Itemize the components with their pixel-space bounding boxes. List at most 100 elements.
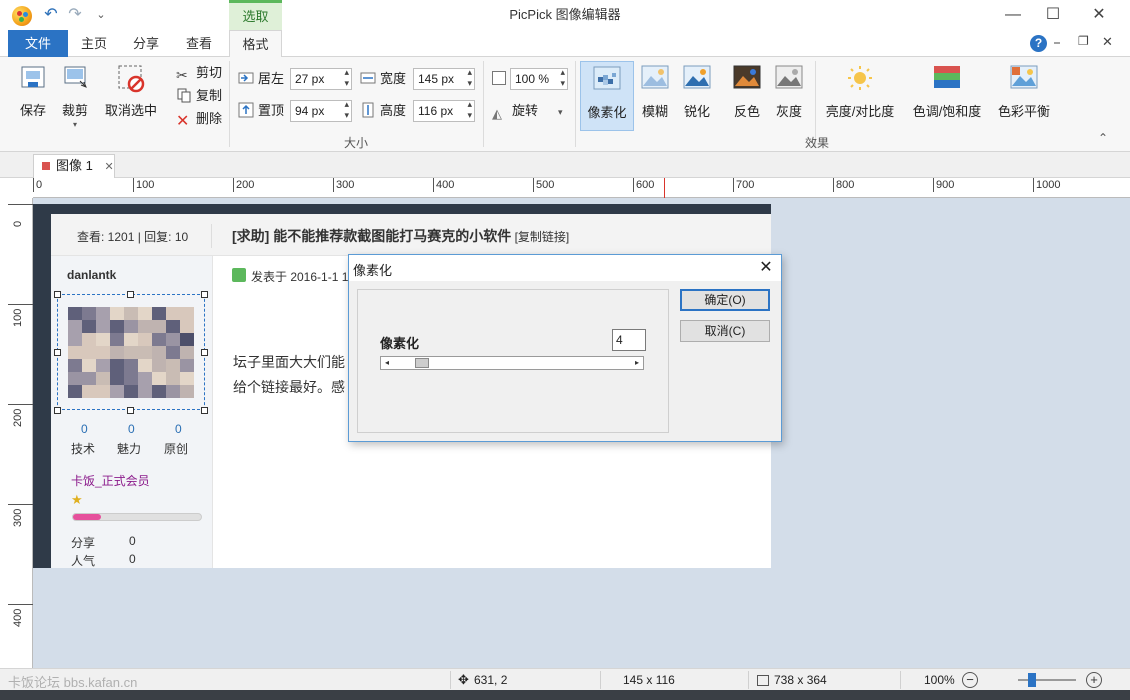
mosaic-cell <box>68 307 82 320</box>
mosaic-cell <box>138 385 152 398</box>
mosaic-cell <box>180 346 194 359</box>
pixelate-button[interactable]: 像素化 <box>580 61 634 131</box>
ruler-tick: 200 <box>233 178 254 192</box>
star-icon: ★ <box>71 492 83 507</box>
help-icon[interactable]: ? <box>1030 35 1047 52</box>
color-balance-button[interactable]: 色彩平衡 <box>994 64 1054 120</box>
mosaic-cell <box>166 372 180 385</box>
resize-handle[interactable] <box>201 291 208 298</box>
zoom-icon <box>492 71 506 85</box>
invert-label: 反色 <box>733 104 760 119</box>
tab-file[interactable]: 文件 <box>8 30 68 57</box>
slider-thumb[interactable] <box>415 358 429 368</box>
image-size-icon <box>757 675 769 686</box>
slider-right-arrow[interactable]: ▸ <box>631 357 643 369</box>
picpick-logo-icon[interactable] <box>12 6 32 26</box>
hue-saturation-icon <box>934 66 960 88</box>
tab-view[interactable]: 查看 <box>175 30 223 57</box>
hue-saturation-button[interactable]: 色调/饱和度 <box>908 64 986 120</box>
document-tab-label: 图像 1 <box>56 158 93 173</box>
maximize-button[interactable]: ☐ <box>1030 0 1076 30</box>
mosaic-cell <box>124 307 138 320</box>
zoom-slider-thumb[interactable] <box>1028 673 1036 687</box>
mosaic-cell <box>124 385 138 398</box>
undo-icon[interactable]: ↶ <box>42 6 60 24</box>
width-input[interactable]: 145 px <box>413 67 475 90</box>
left-offset-input[interactable]: 27 px <box>290 67 352 90</box>
zoom-input[interactable]: 100 % <box>510 67 568 90</box>
copy-button[interactable]: 复制 <box>176 86 222 106</box>
resize-handle[interactable] <box>127 291 134 298</box>
watermark-text: 卡饭论坛 bbs.kafan.cn <box>8 675 138 690</box>
mosaic-cell <box>96 359 110 372</box>
delete-button[interactable]: ✕ 删除 <box>176 109 222 130</box>
pixelate-label: 像素化 <box>587 105 627 120</box>
document-tab[interactable]: 图像 1 ✕ <box>33 154 115 178</box>
brightness-contrast-button[interactable]: 亮度/对比度 <box>822 64 898 120</box>
zoom-slider[interactable] <box>1018 679 1076 681</box>
image-popularity-value: 0 <box>129 552 136 566</box>
sharpen-button[interactable]: 锐化 <box>678 64 716 120</box>
resize-handle[interactable] <box>127 407 134 414</box>
close-tab-icon[interactable]: ✕ <box>104 161 113 173</box>
width-icon <box>360 70 376 86</box>
redo-icon[interactable]: ↷ <box>66 6 84 24</box>
image-icon <box>42 162 50 170</box>
mosaic-cell <box>96 333 110 346</box>
mosaic-cell <box>124 372 138 385</box>
resize-handle[interactable] <box>54 407 61 414</box>
tab-home[interactable]: 主页 <box>70 30 118 57</box>
mosaic-cell <box>180 307 194 320</box>
resize-handle[interactable] <box>54 349 61 356</box>
height-input[interactable]: 116 px <box>413 99 475 122</box>
blur-button[interactable]: 模糊 <box>636 64 674 120</box>
doc-close-button[interactable]: ✕ <box>1102 34 1113 50</box>
selection-size: 145 x 116 <box>623 673 675 687</box>
image-divider <box>211 224 212 248</box>
cut-button[interactable]: ✂ 剪切 <box>176 63 222 83</box>
resize-handle[interactable] <box>54 291 61 298</box>
zoom-in-button[interactable]: + <box>1086 672 1102 688</box>
save-icon <box>21 66 45 88</box>
invert-button[interactable]: 反色 <box>728 64 766 120</box>
mosaic-cell <box>138 307 152 320</box>
mosaic-cell <box>82 307 96 320</box>
cursor-position-icon: ✥ <box>458 672 469 687</box>
mosaic-cell <box>96 372 110 385</box>
pixelate-size-slider[interactable]: ◂ ▸ <box>380 356 644 370</box>
zoom-out-button[interactable]: − <box>962 672 978 688</box>
mosaic-cell <box>166 346 180 359</box>
ok-button[interactable]: 确定(O) <box>680 289 770 311</box>
pixelate-size-label: 像素化 <box>380 336 420 351</box>
dialog-close-button[interactable]: ✕ <box>753 257 779 279</box>
pixelate-size-input[interactable]: 4 <box>612 329 646 351</box>
crop-button[interactable]: 裁剪 ▾ <box>56 63 94 129</box>
doc-minimize-button[interactable]: ⎯ <box>1054 35 1060 50</box>
mosaic-cell <box>180 320 194 333</box>
cancel-button[interactable]: 取消(C) <box>680 320 770 342</box>
width-label: 宽度 <box>360 69 406 89</box>
top-offset-input[interactable]: 94 px <box>290 99 352 122</box>
ruler-tick: 0 <box>8 204 33 227</box>
ruler-tick: 300 <box>8 504 33 527</box>
grayscale-button[interactable]: 灰度 <box>770 64 808 120</box>
selection-rectangle[interactable] <box>57 294 205 410</box>
close-button[interactable]: ✕ <box>1076 0 1122 30</box>
tab-share[interactable]: 分享 <box>122 30 170 57</box>
customize-quick-access-icon[interactable]: ⌄ <box>92 6 110 24</box>
mosaic-cell <box>124 320 138 333</box>
image-stat-label: 魅力 <box>117 442 142 456</box>
rotate-button[interactable]: ◭ 旋转 ▾ <box>492 101 563 121</box>
doc-restore-button[interactable]: ❐ <box>1078 34 1089 48</box>
mosaic-cell <box>110 346 124 359</box>
window-title: PicPick 图像编辑器 <box>509 7 621 22</box>
tab-format[interactable]: 格式 <box>229 30 282 58</box>
save-button[interactable]: 保存 <box>12 63 54 119</box>
slider-left-arrow[interactable]: ◂ <box>381 357 393 369</box>
scissors-icon: ✂ <box>176 67 188 83</box>
deselect-button[interactable]: 取消选中 <box>102 63 160 119</box>
window-bottom-edge <box>0 690 1130 700</box>
collapse-ribbon-icon[interactable]: ⌃ <box>1098 131 1108 145</box>
resize-handle[interactable] <box>201 349 208 356</box>
resize-handle[interactable] <box>201 407 208 414</box>
